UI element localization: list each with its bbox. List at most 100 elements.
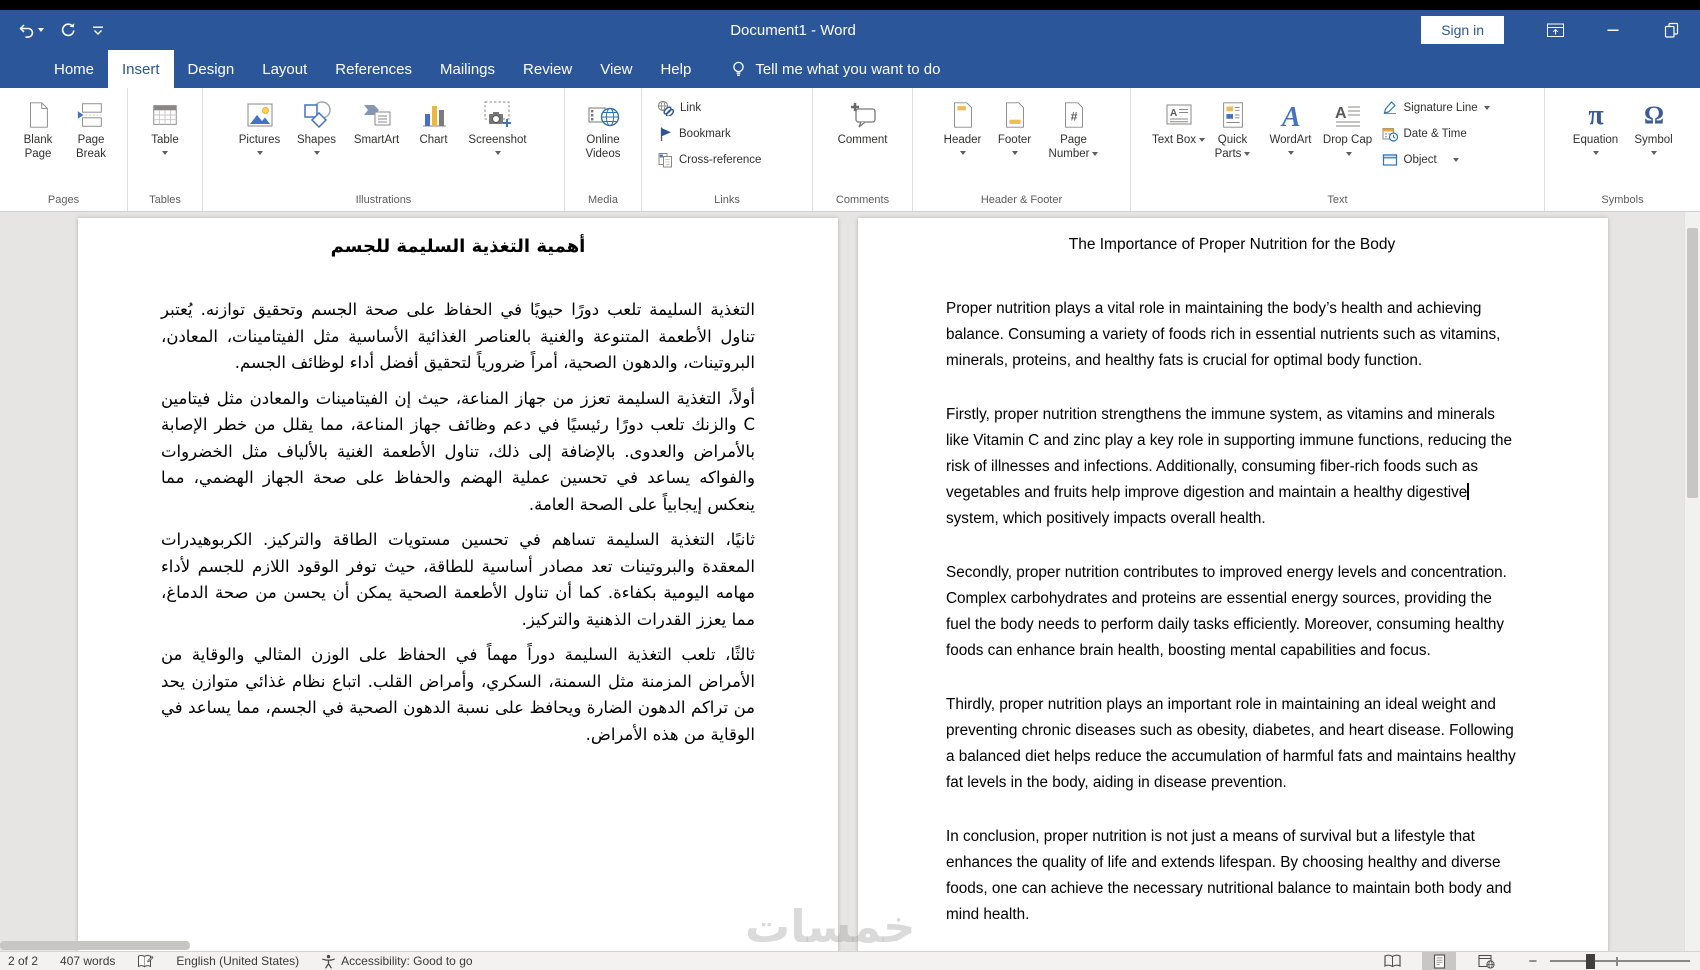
link-button[interactable]: Link [657, 95, 797, 121]
symbol-button[interactable]: Ω Symbol [1627, 93, 1681, 155]
lightbulb-icon [733, 61, 745, 76]
zoom-out-button[interactable]: − [1528, 953, 1537, 970]
document-canvas: أهمية التغذية السليمة للجسم التغذية السل… [0, 212, 1700, 951]
chart-button[interactable]: Chart [409, 93, 459, 148]
english-paragraph[interactable]: Secondly, proper nutrition contributes t… [946, 560, 1518, 664]
tab-design[interactable]: Design [174, 50, 249, 88]
proofing-icon [138, 954, 154, 967]
svg-text:π: π [1588, 100, 1604, 131]
english-doc-title[interactable]: The Importance of Proper Nutrition for t… [946, 236, 1518, 254]
redo-button[interactable] [59, 21, 77, 39]
accessibility-status[interactable]: Accessibility: Good to go [321, 954, 473, 969]
wordart-icon: A [1275, 96, 1307, 134]
equation-button[interactable]: π Equation [1565, 93, 1627, 155]
link-icon [657, 100, 674, 116]
table-button[interactable]: Table [136, 93, 194, 155]
header-button[interactable]: Header [937, 93, 989, 155]
restore-button[interactable] [1642, 10, 1700, 50]
language-indicator[interactable]: English (United States) [176, 954, 299, 968]
comment-icon [847, 96, 879, 134]
signature-line-icon [1383, 101, 1396, 114]
page-break-button[interactable]: Page Break [63, 93, 119, 162]
symbol-icon: Ω [1637, 96, 1671, 134]
bookmark-button[interactable]: Bookmark [657, 121, 797, 147]
online-videos-icon [586, 96, 620, 134]
wordart-button[interactable]: A WordArt [1260, 93, 1322, 155]
sign-in-button[interactable]: Sign in [1421, 16, 1504, 44]
ribbon-display-options-button[interactable] [1526, 10, 1584, 50]
arabic-paragraph[interactable]: أولاً، التغذية السليمة تعزز من جهاز المن… [161, 386, 755, 519]
date-time-button[interactable]: Date & Time [1382, 121, 1524, 147]
minimize-icon [1607, 29, 1619, 31]
drop-cap-button[interactable]: A Drop Cap [1322, 93, 1374, 162]
word-count[interactable]: 407 words [60, 954, 115, 968]
vertical-scrollbar[interactable] [1684, 212, 1700, 951]
svg-text:A: A [1170, 108, 1177, 119]
blank-page-button[interactable]: Blank Page [13, 93, 63, 162]
ribbon-group-illustrations: Pictures Shapes SmartArt Chart Screensho… [203, 88, 565, 211]
undo-button[interactable] [16, 21, 44, 39]
ribbon-group-text: A Text Box Quick Parts A WordArt A Drop … [1131, 88, 1545, 211]
text-cursor [1467, 483, 1469, 500]
ribbon-group-symbols: π Equation Ω Symbol Symbols [1545, 88, 1700, 211]
page-number-button[interactable]: # Page Number [1041, 93, 1107, 162]
tab-review[interactable]: Review [509, 50, 586, 88]
tab-help[interactable]: Help [646, 50, 705, 88]
footer-button[interactable]: Footer [989, 93, 1041, 155]
tab-mailings[interactable]: Mailings [426, 50, 509, 88]
signature-line-button[interactable]: Signature Line [1382, 95, 1524, 121]
web-layout-icon [1478, 954, 1495, 969]
customize-quick-access-icon [93, 26, 103, 35]
tab-layout[interactable]: Layout [248, 50, 321, 88]
text-box-button[interactable]: A Text Box [1152, 93, 1206, 148]
tell-me-box[interactable]: Tell me what you want to do [731, 50, 940, 88]
quick-parts-button[interactable]: Quick Parts [1206, 93, 1260, 162]
document-page-arabic[interactable]: أهمية التغذية السليمة للجسم التغذية السل… [78, 218, 838, 951]
group-label-illustrations: Illustrations [355, 194, 412, 206]
zoom-slider[interactable] [1550, 953, 1691, 969]
smartart-icon [361, 96, 393, 134]
arabic-paragraph[interactable]: التغذية السليمة تلعب دورًا حيويًا في الح… [161, 297, 755, 377]
customize-quick-access-button[interactable] [92, 24, 104, 37]
zoom-slider-tick [1616, 956, 1618, 966]
english-paragraph[interactable]: In conclusion, proper nutrition is not j… [946, 824, 1518, 928]
english-paragraph[interactable]: Thirdly, proper nutrition plays an impor… [946, 692, 1518, 796]
comment-button[interactable]: Comment [828, 93, 898, 148]
pictures-button[interactable]: Pictures [231, 93, 289, 155]
tab-insert[interactable]: Insert [108, 50, 174, 88]
cover-page-button[interactable]: Cover Page [0, 93, 13, 169]
arabic-doc-title[interactable]: أهمية التغذية السليمة للجسم [161, 236, 755, 257]
tab-home[interactable]: Home [40, 50, 108, 88]
title-bar: Document1 - Word Sign in [0, 10, 1700, 50]
watermark: خمسات [745, 900, 916, 951]
english-paragraph[interactable]: Firstly, proper nutrition strengthens th… [946, 402, 1518, 532]
smartart-button[interactable]: SmartArt [345, 93, 409, 148]
blank-page-icon [23, 96, 53, 134]
arabic-paragraph[interactable]: ثانيًا، التغذية السليمة تساهم في تحسين م… [161, 527, 755, 633]
cross-reference-button[interactable]: Cross-reference [657, 147, 797, 173]
screenshot-button[interactable]: Screenshot [459, 93, 537, 155]
tab-view[interactable]: View [586, 50, 646, 88]
restore-icon [1664, 22, 1678, 38]
page-break-icon [76, 96, 106, 134]
bookmark-icon [660, 127, 671, 141]
tab-references[interactable]: References [321, 50, 426, 88]
online-videos-button[interactable]: Online Videos [571, 93, 635, 162]
web-layout-button[interactable] [1469, 952, 1503, 970]
print-layout-button[interactable] [1422, 952, 1457, 970]
shapes-button[interactable]: Shapes [289, 93, 345, 155]
vertical-scrollbar-thumb[interactable] [1687, 228, 1698, 498]
proofing-status[interactable] [137, 954, 154, 969]
read-mode-button[interactable] [1375, 952, 1409, 970]
horizontal-scrollbar-thumb[interactable] [0, 941, 190, 950]
zoom-slider-thumb[interactable] [1586, 953, 1596, 969]
minimize-button[interactable] [1584, 10, 1642, 50]
document-page-english[interactable]: The Importance of Proper Nutrition for t… [858, 218, 1608, 951]
english-paragraph[interactable]: Proper nutrition plays a vital role in m… [946, 296, 1518, 374]
arabic-paragraph[interactable]: ثالثًا، تلعب التغذية السليمة دوراً مهماً… [161, 642, 755, 748]
print-layout-icon [1433, 953, 1446, 969]
date-time-icon [1382, 128, 1398, 142]
object-button[interactable]: Object [1382, 147, 1524, 173]
page-indicator[interactable]: 2 of 2 [8, 954, 38, 968]
ribbon-group-tables: Table Tables [128, 88, 203, 211]
